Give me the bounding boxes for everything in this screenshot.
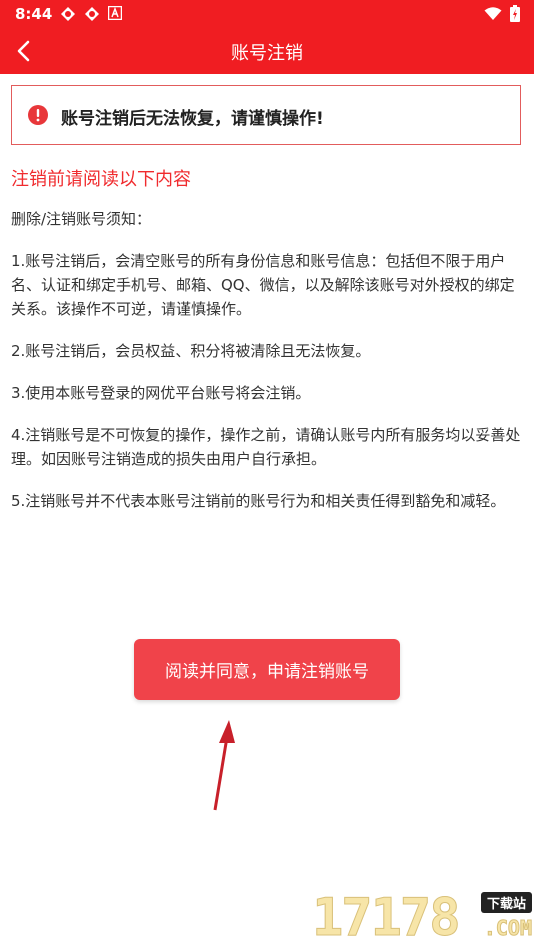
status-time: 8:44 (15, 5, 53, 23)
status-bar: 8:44 (0, 0, 534, 28)
warning-banner: 账号注销后无法恢复，请谨慎操作! (11, 85, 521, 145)
notice-item: 4.注销账号是不可恢复的操作，操作之前，请确认账号内所有服务均以妥善处理。如因账… (11, 426, 521, 468)
watermark-logo: 17178 (312, 888, 462, 949)
watermark-suffix: .COM (483, 916, 532, 941)
notice-content: 删除/注销账号须知： 1.账号注销后，会清空账号的所有身份信息和账号信息：包括但… (11, 207, 523, 531)
watermark-badge: 下载站 (480, 892, 532, 913)
annotation-arrow-icon (213, 720, 235, 811)
app-notification-icon (60, 6, 76, 22)
notice-item: 2.账号注销后，会员权益、积分将被清除且无法恢复。 (11, 342, 371, 360)
page-title: 账号注销 (231, 43, 303, 64)
notice-intro: 删除/注销账号须知： (11, 210, 152, 228)
section-heading: 注销前请阅读以下内容 (11, 169, 191, 190)
battery-icon (510, 5, 520, 26)
a-badge-icon (107, 5, 124, 22)
notice-item: 5.注销账号并不代表本账号注销前的账号行为和相关责任得到豁免和减轻。 (11, 492, 506, 510)
notice-item: 3.使用本账号登录的网优平台账号将会注销。 (11, 384, 311, 402)
alert-icon (28, 105, 48, 125)
warning-text: 账号注销后无法恢复，请谨慎操作! (61, 109, 324, 129)
app-notification-icon (84, 6, 100, 22)
site-watermark: 17178 下载站 .COM (312, 888, 534, 950)
wifi-icon (484, 6, 502, 25)
notice-item: 1.账号注销后，会清空账号的所有身份信息和账号信息：包括但不限于用户名、认证和绑… (11, 252, 515, 318)
status-system-icons (484, 5, 520, 26)
app-bar: 账号注销 (0, 28, 534, 74)
agree-and-apply-button[interactable]: 阅读并同意，申请注销账号 (134, 639, 400, 700)
status-notification-icons (60, 5, 124, 22)
